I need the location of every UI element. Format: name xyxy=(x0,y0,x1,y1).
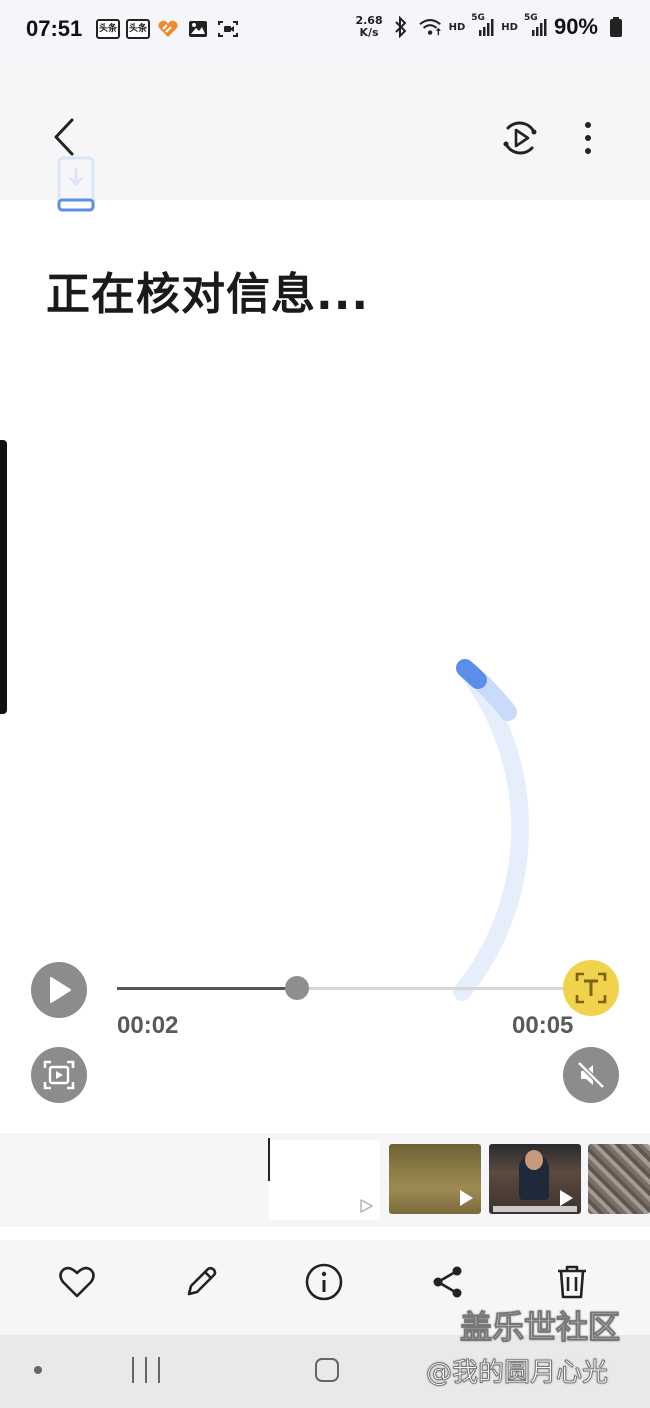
seek-bar-thumb[interactable] xyxy=(285,976,309,1000)
share-icon xyxy=(433,1266,462,1298)
filmstrip-cursor xyxy=(268,1138,270,1181)
status-bar: 07:51 头条 头条 2.68 K/s HD 5G HD 5G 90% xyxy=(0,0,650,60)
edge-panel-handle[interactable] xyxy=(0,440,7,714)
video-thumbnail-landscape[interactable] xyxy=(389,1144,481,1214)
speaker-muted-icon xyxy=(577,1061,605,1089)
author-watermark: @我的圆月心光 xyxy=(426,1358,609,1389)
signal-icon: 5G xyxy=(471,13,495,37)
phone-download-icon xyxy=(57,156,95,212)
seek-bar-progress xyxy=(117,987,297,990)
battery-icon xyxy=(604,17,628,37)
motion-photo-play-button[interactable] xyxy=(496,114,544,162)
back-button[interactable] xyxy=(42,113,86,161)
capture-frame-icon xyxy=(43,1060,75,1090)
text-recognition-button[interactable] xyxy=(563,960,619,1016)
total-time: 00:05 xyxy=(512,1012,574,1039)
delete-button[interactable] xyxy=(546,1256,598,1308)
motion-photo-play-icon xyxy=(503,121,537,155)
system-status-icons: 2.68 K/s HD 5G HD 5G 90% xyxy=(355,13,628,40)
wifi-icon xyxy=(418,17,443,37)
edit-button[interactable] xyxy=(175,1256,227,1308)
recent-apps-button[interactable] xyxy=(132,1357,160,1383)
current-time: 00:02 xyxy=(117,1012,179,1039)
play-button[interactable] xyxy=(31,962,87,1018)
status-time: 07:51 xyxy=(26,16,83,41)
details-button[interactable] xyxy=(298,1256,350,1308)
edit-pencil-icon xyxy=(187,1266,217,1296)
nav-hide-dot[interactable] xyxy=(34,1366,42,1374)
signal-icon: 5G xyxy=(524,13,548,37)
video-thumbnail-crowd[interactable] xyxy=(588,1144,650,1214)
toutiao-app-icon: 头条 xyxy=(126,19,150,39)
bluetooth-icon xyxy=(389,16,413,38)
screen-record-icon xyxy=(216,19,240,39)
play-icon xyxy=(50,977,71,1003)
battery-level: 90% xyxy=(553,14,598,39)
toutiao-app-icon: 头条 xyxy=(96,19,120,39)
text-recognition-icon xyxy=(575,972,607,1004)
signal-label: 5G xyxy=(523,13,538,23)
more-options-button[interactable] xyxy=(572,114,604,162)
hd-label: HD xyxy=(501,21,518,33)
network-speed-unit: K/s xyxy=(359,26,379,39)
viewer-header xyxy=(0,60,650,200)
person-face xyxy=(525,1150,543,1170)
play-outline-icon xyxy=(360,1199,373,1213)
seek-bar[interactable] xyxy=(117,987,567,990)
share-button[interactable] xyxy=(422,1256,474,1308)
capture-frame-button[interactable] xyxy=(31,1047,87,1103)
trash-icon xyxy=(558,1265,586,1299)
more-vertical-icon xyxy=(585,122,591,154)
play-icon xyxy=(560,1190,573,1206)
hd-label: HD xyxy=(448,21,466,33)
heart-icon xyxy=(59,1266,95,1298)
signal-label: 5G xyxy=(471,13,485,23)
heart-app-icon xyxy=(156,19,180,39)
thumbnail-caption-strip xyxy=(493,1206,577,1212)
favorite-button[interactable] xyxy=(51,1256,103,1308)
checking-info-headline: 正在核对信息... xyxy=(46,269,370,320)
community-watermark: 盖乐世社区 xyxy=(459,1308,621,1347)
back-arrow-icon xyxy=(54,118,74,156)
video-thumbnail-person[interactable] xyxy=(489,1144,581,1214)
home-button[interactable] xyxy=(315,1358,339,1382)
notification-icons: 头条 头条 xyxy=(96,19,240,39)
mute-button[interactable] xyxy=(563,1047,619,1103)
info-icon xyxy=(305,1263,343,1301)
image-notification-icon xyxy=(186,19,210,39)
network-speed: 2.68 K/s xyxy=(355,15,382,39)
play-icon xyxy=(460,1190,473,1206)
